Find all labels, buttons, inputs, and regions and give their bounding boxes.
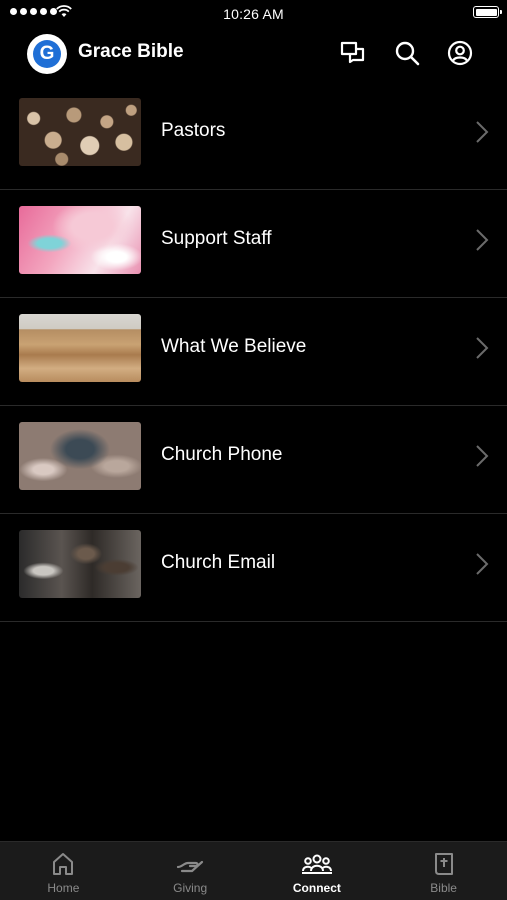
tab-giving[interactable]: Giving	[127, 842, 254, 900]
thumbnail-people-group	[19, 530, 141, 598]
tab-label: Home	[47, 881, 80, 895]
list-item-support-staff[interactable]: Support Staff	[0, 190, 507, 298]
list-item-label: Church Email	[161, 552, 276, 573]
list-item-label: Pastors	[161, 120, 226, 141]
thumbnail-pink-marble	[19, 206, 141, 274]
chevron-right-icon	[476, 121, 489, 143]
tab-label: Bible	[430, 881, 457, 895]
list-item-church-email[interactable]: Church Email	[0, 514, 507, 622]
tab-home[interactable]: Home	[0, 842, 127, 900]
chevron-right-icon	[476, 337, 489, 359]
search-icon[interactable]	[392, 38, 422, 68]
list-item-label: Church Phone	[161, 444, 283, 465]
connect-icon	[301, 850, 333, 878]
chevron-right-icon	[476, 445, 489, 467]
list-item-pastors[interactable]: Pastors	[0, 82, 507, 190]
tab-connect[interactable]: Connect	[254, 842, 381, 900]
list-item-label: Support Staff	[161, 228, 272, 249]
thumbnail-desert-dunes	[19, 314, 141, 382]
status-time: 10:26 AM	[223, 6, 284, 22]
battery-icon	[473, 6, 502, 18]
chevron-right-icon	[476, 553, 489, 575]
connect-list: Pastors Support Staff What We Believe Ch…	[0, 82, 507, 622]
chat-icon[interactable]	[338, 38, 368, 68]
list-item-church-phone[interactable]: Church Phone	[0, 406, 507, 514]
home-icon	[47, 850, 79, 878]
church-logo: G	[27, 34, 67, 74]
list-item-label: What We Believe	[161, 336, 307, 357]
bible-icon	[428, 850, 460, 878]
profile-icon[interactable]	[445, 38, 475, 68]
list-item-what-we-believe[interactable]: What We Believe	[0, 298, 507, 406]
tab-bible[interactable]: Bible	[380, 842, 507, 900]
tab-label: Giving	[173, 881, 208, 895]
tab-label: Connect	[292, 881, 341, 895]
app-header: G Grace Bible	[0, 26, 507, 82]
chevron-right-icon	[476, 229, 489, 251]
status-bar: 10:26 AM	[0, 0, 507, 26]
tab-bar: Home Giving Connect Bible	[0, 841, 507, 900]
thumbnail-textured-stone	[19, 422, 141, 490]
logo-letter: G	[33, 40, 61, 68]
giving-icon	[174, 850, 206, 878]
thumbnail-wood-logs	[19, 98, 141, 166]
app-title: Grace Bible	[78, 41, 184, 62]
